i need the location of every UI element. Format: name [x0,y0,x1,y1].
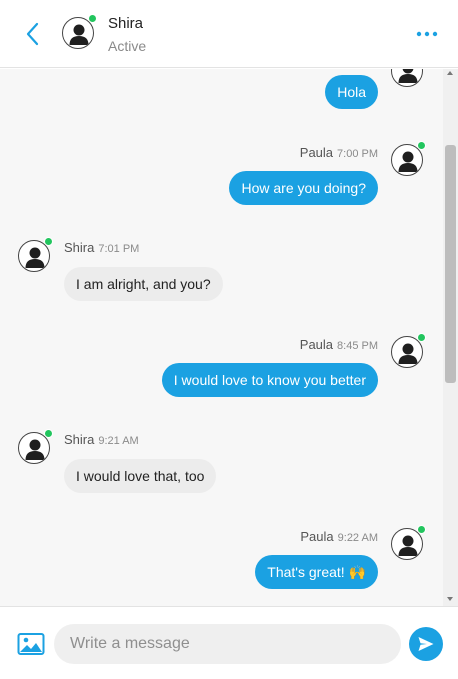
more-horizontal-icon [416,31,438,37]
message-time: 9:22 AM [337,532,378,544]
user-avatar-icon [398,151,418,172]
attach-image-button[interactable] [17,632,45,656]
message-time: 7:01 PM [98,243,140,255]
message-meta: Paula 8:45 PM [300,337,378,352]
send-icon [418,637,434,651]
message-bubble-outgoing[interactable]: Hola [325,75,378,109]
message-time: 9:21 AM [98,435,139,447]
sender-avatar [18,429,53,464]
message-scrollbar[interactable] [443,69,458,606]
message-sender: Paula [299,145,334,160]
message-composer [0,606,458,679]
user-avatar-icon [25,247,45,268]
sender-avatar [391,333,426,368]
sender-avatar [391,525,426,560]
online-status-dot [44,237,53,246]
message-sender: Shira [64,432,95,447]
more-options-button[interactable] [412,22,442,46]
sender-avatar [18,237,53,272]
message-meta: Shira 7:01 PM [64,240,139,255]
online-status-dot [417,141,426,150]
online-status-dot [417,525,426,534]
message-bubble-incoming[interactable]: I would love that, too [64,459,217,493]
message-meta: Paula 7:00 PM [300,145,378,160]
user-avatar-icon [398,343,418,364]
online-status-dot [88,14,97,23]
user-avatar-icon [398,535,418,556]
contact-name: Shira [108,15,144,32]
message-input[interactable] [54,624,401,664]
message-bubble-outgoing[interactable]: That's great! 🙌 [255,555,378,589]
message-bubble-outgoing[interactable]: How are you doing? [229,171,378,205]
message-sender: Shira [64,240,95,255]
user-avatar-icon [69,24,89,45]
chevron-left-icon [26,22,39,46]
back-button[interactable] [20,20,46,48]
message-time: 7:00 PM [337,148,378,160]
message-bubble-incoming[interactable]: I am alright, and you? [64,267,223,301]
contact-status: Active [108,38,147,54]
image-icon [17,633,45,655]
message-list[interactable]: Hola Paula 7:00 PM How are you doing? Shi… [0,69,443,606]
send-button[interactable] [409,627,443,661]
sender-avatar [391,69,423,87]
sender-avatar [391,141,426,176]
user-avatar-icon [398,69,418,83]
online-status-dot [417,333,426,342]
scrollbar-thumb[interactable] [445,145,456,383]
message-sender: Paula [300,529,334,544]
message-meta: Paula 9:22 AM [300,529,378,544]
contact-avatar[interactable] [62,14,97,49]
message-time: 8:45 PM [337,340,378,352]
user-avatar-icon [25,439,45,460]
scroll-up-arrow-icon[interactable] [447,71,453,75]
chat-header: Shira Active [0,0,458,68]
message-meta: Shira 9:21 AM [64,432,139,447]
online-status-dot [44,429,53,438]
scroll-down-arrow-icon[interactable] [447,597,453,601]
message-sender: Paula [299,337,334,352]
message-bubble-outgoing[interactable]: I would love to know you better [161,363,378,397]
